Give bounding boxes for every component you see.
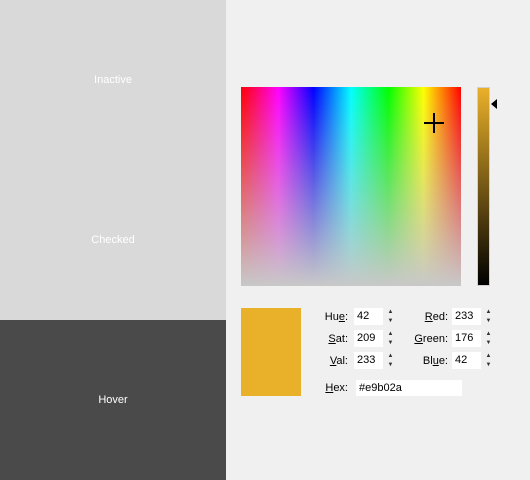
spin-down-icon[interactable]: ▼ [383, 339, 398, 348]
spin-down-icon[interactable]: ▼ [481, 361, 496, 370]
sidebar-item-hover[interactable]: Hover [0, 320, 226, 480]
blue-spinbox[interactable]: 42 ▲ ▼ [452, 352, 496, 369]
val-label: Val: [329, 355, 348, 367]
spin-up-icon[interactable]: ▲ [481, 308, 496, 317]
sidebar-item-label: Hover [98, 394, 128, 406]
color-preview-swatch [241, 308, 301, 396]
spin-up-icon[interactable]: ▲ [481, 352, 496, 361]
red-label: Red: [424, 311, 448, 323]
hue-label: Hue: [324, 311, 348, 323]
sat-spinbox[interactable]: 209 ▲ ▼ [354, 330, 398, 347]
slider-arrow-icon[interactable] [491, 99, 497, 109]
sidebar-item-label: Inactive [94, 74, 132, 86]
spin-down-icon[interactable]: ▼ [481, 317, 496, 326]
sat-label: Sat: [328, 333, 348, 345]
spin-up-icon[interactable]: ▲ [383, 330, 398, 339]
hex-label: Hex: [325, 382, 348, 394]
val-spinbox[interactable]: 233 ▲ ▼ [354, 352, 398, 369]
spin-up-icon[interactable]: ▲ [383, 352, 398, 361]
sidebar-item-checked[interactable]: Checked [0, 160, 226, 320]
sidebar-item-label: Checked [91, 234, 135, 246]
hue-spinbox[interactable]: 42 ▲ ▼ [354, 308, 398, 325]
spin-down-icon[interactable]: ▼ [383, 361, 398, 370]
spin-up-icon[interactable]: ▲ [383, 308, 398, 317]
spin-down-icon[interactable]: ▼ [481, 339, 496, 348]
green-spinbox[interactable]: 176 ▲ ▼ [452, 330, 496, 347]
red-spinbox[interactable]: 233 ▲ ▼ [452, 308, 496, 325]
value-slider[interactable] [477, 87, 490, 286]
green-label: Green: [414, 333, 448, 345]
blue-label: Blue: [422, 355, 448, 367]
color-spectrum[interactable] [241, 87, 461, 286]
spin-down-icon[interactable]: ▼ [383, 317, 398, 326]
spin-up-icon[interactable]: ▲ [481, 330, 496, 339]
hex-input[interactable]: #e9b02a [356, 380, 462, 396]
sidebar: Inactive Checked Hover [0, 0, 226, 480]
sidebar-item-inactive[interactable]: Inactive [0, 0, 226, 160]
